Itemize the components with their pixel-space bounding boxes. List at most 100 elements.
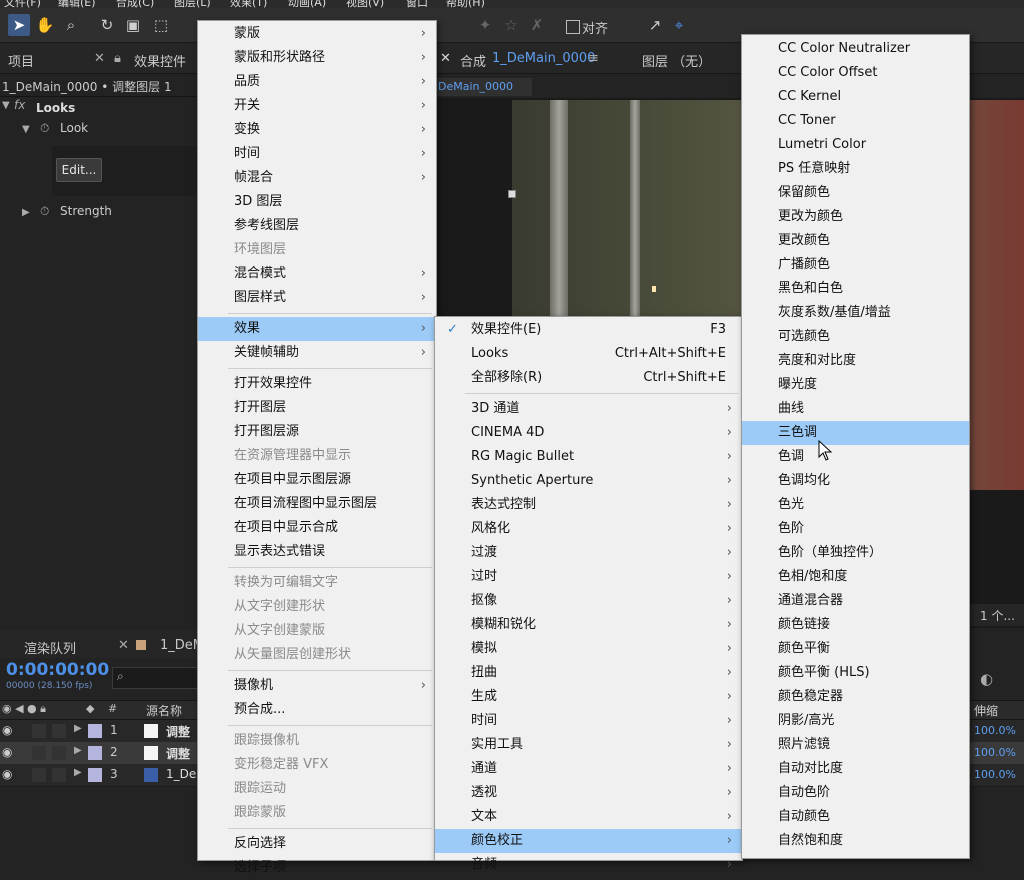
menu-item[interactable]: 参考线图层: [198, 214, 436, 238]
menu-item[interactable]: Synthetic Aperture ›: [435, 469, 742, 493]
menu-item[interactable]: Looks Ctrl+Alt+Shift+E: [435, 342, 742, 366]
menu-item[interactable]: CINEMA 4D ›: [435, 421, 742, 445]
expand-arrow-icon[interactable]: ▶: [74, 723, 82, 734]
stopwatch-icon[interactable]: ⏱︎: [40, 204, 49, 219]
menu-item[interactable]: 颜色链接: [742, 613, 969, 637]
align-checkbox[interactable]: [566, 20, 580, 34]
pan-behind-tool-icon[interactable]: ⬚: [150, 14, 172, 36]
menu-item[interactable]: 变换 ›: [198, 118, 436, 142]
menu-item[interactable]: 黑色和白色: [742, 277, 969, 301]
tab-project[interactable]: 项目: [8, 51, 34, 70]
menu-item[interactable]: 色阶: [742, 517, 969, 541]
menu-item[interactable]: 可选颜色: [742, 325, 969, 349]
menu-item[interactable]: 颜色平衡 (HLS): [742, 661, 969, 685]
menu-item[interactable]: 预合成...: [198, 698, 436, 722]
menu-item[interactable]: 通道混合器: [742, 589, 969, 613]
menu-item[interactable]: 打开图层: [198, 396, 436, 420]
menu-item[interactable]: 自动色阶: [742, 781, 969, 805]
timeline-search-input[interactable]: ⌕: [112, 667, 200, 689]
menu-item[interactable]: 实用工具 ›: [435, 733, 742, 757]
menu-item[interactable]: 打开效果控件: [198, 372, 436, 396]
menu-item[interactable]: 跟踪蒙版: [198, 801, 436, 825]
close-icon[interactable]: ✕: [94, 51, 105, 66]
menu-item[interactable]: 图层样式 ›: [198, 286, 436, 310]
fx-icon[interactable]: fx: [14, 98, 25, 112]
close-icon[interactable]: ✕: [118, 638, 129, 653]
pin-tool-icon[interactable]: ✦: [474, 14, 496, 36]
expand-arrow-icon[interactable]: ▶: [74, 767, 82, 778]
menu-item[interactable]: 曝光度: [742, 373, 969, 397]
menu-item[interactable]: 模拟 ›: [435, 637, 742, 661]
menu-item[interactable]: 效果控件(E) ✓ F3: [435, 318, 742, 342]
menu-item[interactable]: 在项目中显示图层源: [198, 468, 436, 492]
label-color[interactable]: [88, 724, 102, 738]
menu-item[interactable]: 风格化 ›: [435, 517, 742, 541]
lock-toggle[interactable]: [52, 724, 66, 738]
menu-item[interactable]: 环境图层: [198, 238, 436, 262]
menu-item[interactable]: 从矢量图层创建形状: [198, 643, 436, 667]
menu-item[interactable]: CC Kernel: [742, 85, 969, 109]
solo-toggle[interactable]: [32, 768, 46, 782]
menu-item[interactable]: 色阶（单独控件）: [742, 541, 969, 565]
expand-arrow-icon[interactable]: ▼: [22, 124, 30, 135]
menu-item[interactable]: 颜色稳定器: [742, 685, 969, 709]
expand-arrow-icon[interactable]: ▶: [74, 745, 82, 756]
tab-composition[interactable]: 合成: [460, 51, 486, 70]
menu-item[interactable]: 效果 ›: [198, 317, 436, 341]
menu-item[interactable]: 色调: [742, 445, 969, 469]
menu-item[interactable]: 透视 ›: [435, 781, 742, 805]
stretch-value[interactable]: 100.0%: [974, 724, 1016, 737]
comp-name[interactable]: 1_DeMain_0000: [492, 51, 595, 66]
menu-item[interactable]: 文本 ›: [435, 805, 742, 829]
menu-window[interactable]: 窗口: [406, 0, 428, 8]
menu-item[interactable]: 生成 ›: [435, 685, 742, 709]
menu-item[interactable]: 表达式控制 ›: [435, 493, 742, 517]
menu-item[interactable]: 选择子项: [198, 856, 436, 880]
collapse-arrow-icon[interactable]: ▶: [22, 207, 30, 218]
menu-item[interactable]: 通道 ›: [435, 757, 742, 781]
solo-toggle[interactable]: [32, 746, 46, 760]
menu-item[interactable]: Lumetri Color: [742, 133, 969, 157]
menu-item[interactable]: 在项目流程图中显示图层: [198, 492, 436, 516]
hand-tool-icon[interactable]: ✋: [34, 14, 56, 36]
timecode[interactable]: 0:00:00:00: [6, 660, 109, 680]
menu-item[interactable]: 反向选择: [198, 832, 436, 856]
source-name-column[interactable]: 源名称: [146, 702, 182, 719]
menu-item[interactable]: 三色调: [742, 421, 969, 445]
menu-item[interactable]: 照片滤镜: [742, 733, 969, 757]
lock-icon[interactable]: 🔒︎: [114, 51, 121, 66]
menu-item[interactable]: CC Color Neutralizer: [742, 37, 969, 61]
motion-blur-icon[interactable]: ◐: [980, 670, 993, 688]
snap-icon[interactable]: ⌖: [668, 14, 690, 36]
menu-item[interactable]: 在资源管理器中显示: [198, 444, 436, 468]
menu-item[interactable]: 音频 ›: [435, 853, 742, 877]
puppet-tool-icon[interactable]: ☆: [500, 14, 522, 36]
menu-item[interactable]: 帧混合 ›: [198, 166, 436, 190]
menu-item[interactable]: 时间 ›: [198, 142, 436, 166]
tab-render-queue[interactable]: 渲染队列: [24, 638, 76, 657]
menu-item[interactable]: 广播颜色: [742, 253, 969, 277]
menu-item[interactable]: CC Color Offset: [742, 61, 969, 85]
stretch-value[interactable]: 100.0%: [974, 768, 1016, 781]
layer-name[interactable]: 1_De: [166, 767, 196, 781]
layer-handle[interactable]: [508, 190, 516, 198]
close-icon[interactable]: ✕: [440, 51, 451, 66]
stretch-column[interactable]: 伸缩: [974, 702, 998, 719]
menu-item[interactable]: 扭曲 ›: [435, 661, 742, 685]
menu-help[interactable]: 帮助(H): [446, 0, 485, 8]
menu-item[interactable]: 保留颜色: [742, 181, 969, 205]
menu-item[interactable]: 从文字创建形状: [198, 595, 436, 619]
menu-item[interactable]: 时间 ›: [435, 709, 742, 733]
rotate-tool-icon[interactable]: ↻: [96, 14, 118, 36]
menu-item[interactable]: 亮度和对比度: [742, 349, 969, 373]
tab-layer[interactable]: 图层 （无）: [642, 51, 711, 70]
menu-item[interactable]: 品质 ›: [198, 70, 436, 94]
menu-item[interactable]: 从文字创建蒙版: [198, 619, 436, 643]
selection-tool-icon[interactable]: ➤: [8, 14, 30, 36]
menu-effect[interactable]: 效果(T): [230, 0, 267, 8]
menu-item[interactable]: 跟踪摄像机: [198, 729, 436, 753]
eye-icon[interactable]: ◉: [2, 723, 12, 737]
lock-toggle[interactable]: [52, 768, 66, 782]
menu-item[interactable]: 打开图层源: [198, 420, 436, 444]
zoom-tool-icon[interactable]: ⌕: [60, 14, 82, 36]
